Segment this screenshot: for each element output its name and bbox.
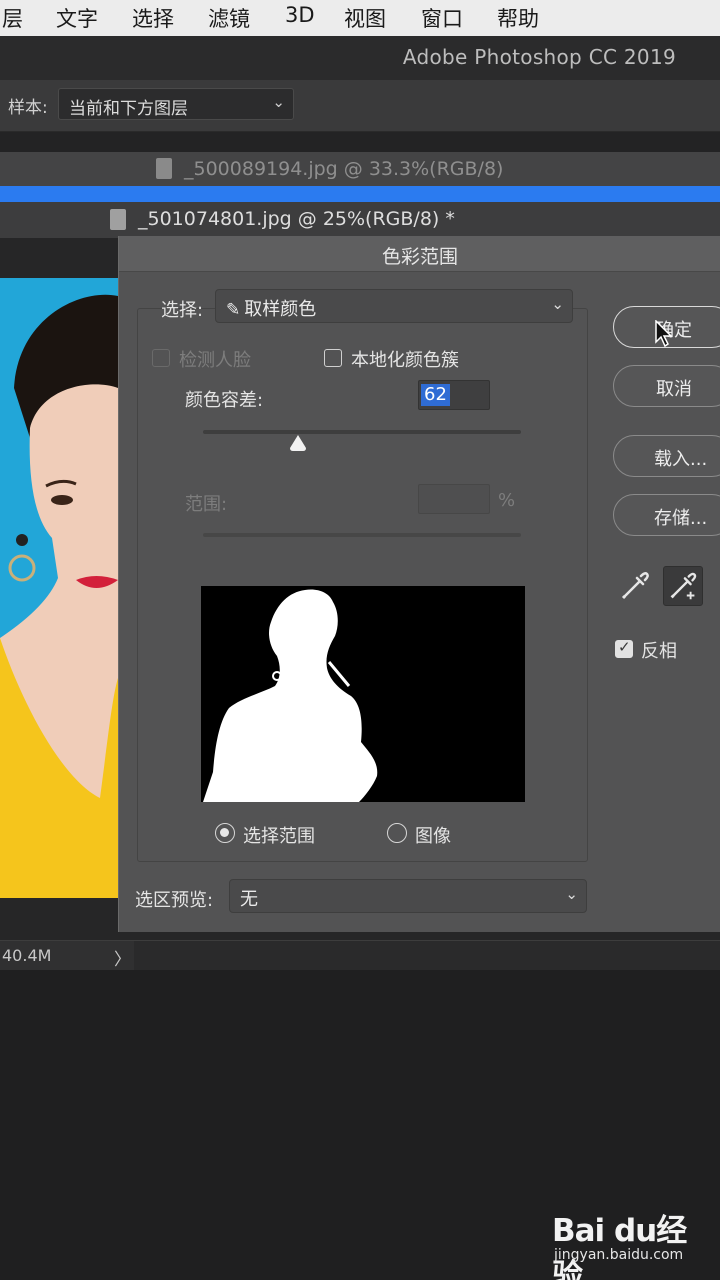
menu-item-help[interactable]: 帮助 [497, 3, 539, 33]
menu-item-3d[interactable]: 3D [285, 3, 315, 27]
document-tab-2[interactable]: _501074801.jpg @ 25%(RGB/8) * [0, 202, 720, 238]
horizontal-scroll-track[interactable] [134, 941, 720, 971]
cancel-button[interactable]: 取消 [613, 365, 720, 407]
selection-preview-label: 选区预览: [135, 890, 214, 911]
app-title-bar: Adobe Photoshop CC 2019 [0, 36, 720, 80]
detect-faces-checkbox[interactable] [152, 349, 170, 367]
selection-preview-select[interactable]: 无 ⌄ [229, 879, 587, 913]
color-range-dialog: 色彩范围 选择: ✎ 取样颜色 ⌄ 检测人脸 本地化颜色簇 颜色容差: 62 范围… [118, 236, 720, 932]
save-button-label: 存储... [654, 508, 708, 529]
menu-item-window[interactable]: 窗口 [421, 3, 463, 33]
status-menu-arrow[interactable]: 〉 [114, 945, 131, 970]
mask-silhouette [201, 586, 525, 802]
load-button[interactable]: 载入... [613, 435, 720, 477]
portrait-image [0, 278, 118, 898]
image-radio-label: 图像 [415, 826, 451, 847]
menu-bar: 层 文字 选择 滤镜 3D 视图 窗口 帮助 [0, 0, 720, 36]
image-radio[interactable] [387, 823, 407, 843]
chevron-down-icon: ⌄ [551, 295, 564, 313]
document-tab-title: _501074801.jpg @ 25%(RGB/8) * [138, 208, 455, 230]
cancel-button-label: 取消 [656, 379, 692, 400]
app-title: Adobe Photoshop CC 2019 [402, 45, 676, 69]
sample-select[interactable]: 当前和下方图层 ⌄ [58, 88, 294, 120]
select-dropdown[interactable]: ✎ 取样颜色 ⌄ [215, 289, 573, 323]
chevron-down-icon: ⌄ [565, 885, 578, 903]
select-dropdown-value: 取样颜色 [244, 299, 317, 320]
add-to-sample-eyedropper-icon[interactable] [663, 566, 703, 606]
options-bar: 样本: 当前和下方图层 ⌄ [0, 80, 720, 132]
menu-item-type[interactable]: 文字 [56, 3, 98, 33]
document-photo[interactable] [0, 278, 118, 898]
doc-size: 40.4M [2, 946, 52, 965]
status-bar: 40.4M 〉 [0, 940, 720, 971]
baidu-watermark-logo: Bai du经验 jingyan.baidu.com [552, 1205, 712, 1280]
selection-preview-value: 无 [240, 889, 258, 910]
fuzziness-value: 62 [421, 384, 450, 406]
selection-radio[interactable] [215, 823, 235, 843]
watermark-logo: Bai du经验 [552, 1213, 687, 1280]
selection-preview[interactable] [201, 586, 525, 802]
range-label: 范围: [185, 494, 228, 515]
detect-faces-label: 检测人脸 [179, 350, 251, 371]
menu-item-select[interactable]: 选择 [132, 3, 174, 33]
range-slider-track [203, 533, 521, 537]
menu-item-filter[interactable]: 滤镜 [208, 3, 250, 33]
file-icon [110, 209, 126, 230]
localized-clusters-label: 本地化颜色簇 [351, 350, 459, 371]
watermark-url: jingyan.baidu.com [554, 1247, 684, 1263]
sample-select-value: 当前和下方图层 [69, 99, 188, 119]
mouse-cursor-icon [655, 320, 673, 348]
drop-indicator-bar [0, 186, 720, 202]
dialog-title-bar[interactable]: 色彩范围 [119, 236, 720, 272]
menu-item-view[interactable]: 视图 [344, 3, 386, 33]
eyedropper-icon: ✎ [226, 300, 241, 320]
document-tab-title: _500089194.jpg @ 33.3%(RGB/8) [184, 158, 504, 180]
selection-radio-label: 选择范围 [243, 826, 315, 847]
menu-item-layer[interactable]: 层 [2, 3, 23, 33]
eyedropper-icon[interactable] [615, 566, 655, 606]
invert-label: 反相 [641, 641, 677, 662]
fuzziness-slider-thumb[interactable] [288, 434, 308, 452]
localized-clusters-checkbox[interactable] [324, 349, 342, 367]
file-icon [156, 158, 172, 179]
dialog-title: 色彩范围 [381, 246, 458, 268]
sample-label: 样本: [8, 98, 48, 118]
invert-checkbox[interactable] [615, 638, 633, 658]
chevron-down-icon: ⌄ [272, 93, 285, 111]
fuzziness-slider-track[interactable] [203, 430, 521, 434]
range-unit: % [498, 490, 516, 511]
save-button[interactable]: 存储... [613, 494, 720, 536]
fuzziness-label: 颜色容差: [185, 390, 264, 411]
select-label: 选择: [161, 300, 204, 321]
fuzziness-input[interactable]: 62 [418, 380, 490, 410]
toolbar-gap [0, 132, 720, 152]
range-input [418, 484, 490, 514]
load-button-label: 载入... [654, 449, 708, 470]
document-tab-1[interactable]: _500089194.jpg @ 33.3%(RGB/8) [0, 152, 720, 186]
